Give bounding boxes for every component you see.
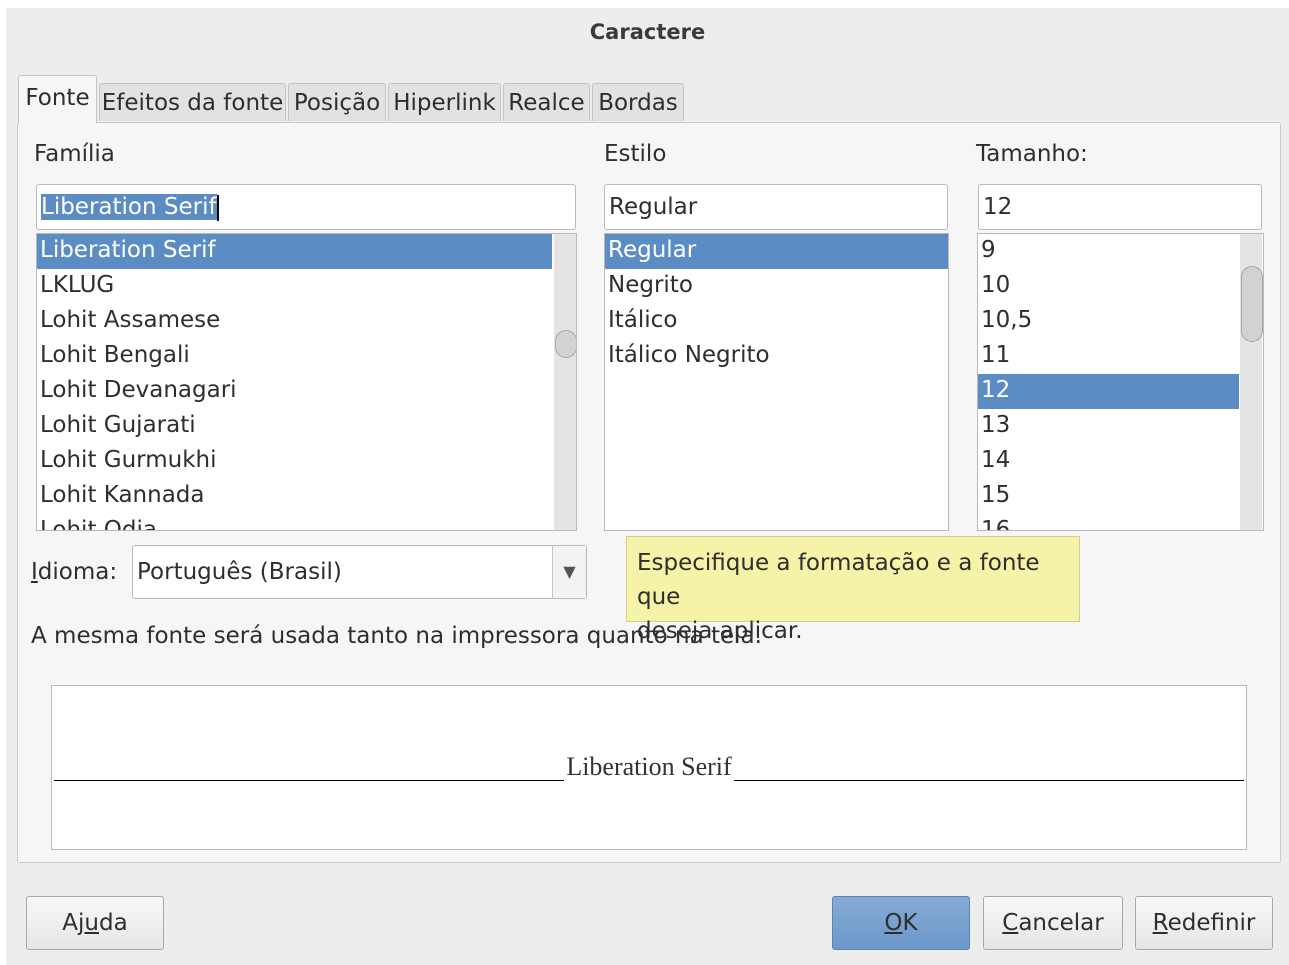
style-list-item[interactable]: Itálico Negrito (605, 339, 948, 374)
style-label: Estilo (604, 141, 667, 167)
size-list-item[interactable]: 11 (978, 339, 1239, 374)
ok-button[interactable]: OK (832, 896, 970, 950)
family-input-value: Liberation Serif (41, 194, 217, 220)
tab-font[interactable]: Fonte (18, 75, 97, 123)
language-label-rest: dioma: (37, 559, 118, 585)
button-mnemonic: R (1152, 910, 1168, 936)
family-list-item[interactable]: Lohit Bengali (37, 339, 576, 374)
tooltip: Especifique a formatação e a fonte que d… (626, 536, 1080, 644)
style-list-item[interactable]: Itálico (605, 304, 948, 339)
style-list-item[interactable]: Regular (605, 234, 948, 269)
family-scrollbar[interactable] (554, 234, 576, 530)
size-list-item[interactable]: 15 (978, 479, 1239, 514)
language-combobox[interactable]: Português (Brasil) ▼ (132, 545, 587, 599)
button-text: ancelar (1018, 910, 1104, 936)
style-input[interactable]: Regular (604, 184, 948, 230)
tooltip-line: deseja aplicar. (637, 618, 803, 644)
button-text: Aj (62, 910, 85, 936)
size-list-item[interactable]: 12 (978, 374, 1239, 409)
preview-text-wrap: Liberation Serif (52, 752, 1246, 782)
family-list-item[interactable]: Lohit Assamese (37, 304, 576, 339)
dialog-title: Caractere (589, 20, 706, 44)
tab-position[interactable]: Posição (288, 83, 386, 121)
family-list-item[interactable]: Liberation Serif (37, 234, 552, 269)
language-value: Português (Brasil) (137, 559, 342, 585)
size-scrollbar-thumb[interactable] (1241, 266, 1263, 342)
size-list[interactable]: 9 10 10,5 11 12 13 14 15 16 (977, 233, 1264, 531)
family-list-item[interactable]: Lohit Odia (37, 514, 576, 530)
chevron-down-icon[interactable]: ▼ (552, 546, 586, 598)
size-label: Tamanho: (976, 141, 1088, 167)
family-label: Família (34, 141, 115, 167)
family-input[interactable]: Liberation Serif (36, 184, 576, 230)
size-list-item[interactable]: 10 (978, 269, 1239, 304)
button-mnemonic: C (1002, 910, 1019, 936)
button-text: K (902, 910, 918, 936)
size-list-item[interactable]: 14 (978, 444, 1239, 479)
family-list-item[interactable]: LKLUG (37, 269, 576, 304)
font-preview: Liberation Serif (51, 685, 1247, 850)
tab-font-effects[interactable]: Efeitos da fonte (99, 83, 286, 121)
family-scrollbar-thumb[interactable] (555, 330, 576, 358)
style-list-item[interactable]: Negrito (605, 269, 948, 304)
size-list-item[interactable]: 9 (978, 234, 1239, 269)
button-text: da (99, 910, 128, 936)
language-label-mnemonic: I (31, 559, 38, 585)
family-list-item[interactable]: Lohit Devanagari (37, 374, 576, 409)
size-list-item[interactable]: 13 (978, 409, 1239, 444)
size-list-item[interactable]: 10,5 (978, 304, 1239, 339)
text-caret (216, 194, 219, 221)
character-dialog: Caractere Fonte Efeitos da fonte Posição… (6, 8, 1289, 965)
size-list-item[interactable]: 16 (978, 514, 1239, 530)
style-list[interactable]: Regular Negrito Itálico Itálico Negrito (604, 233, 949, 531)
tab-highlight[interactable]: Realce (503, 83, 590, 121)
family-list-item[interactable]: Lohit Gurmukhi (37, 444, 576, 479)
button-mnemonic: u (84, 910, 99, 936)
help-button[interactable]: Ajuda (26, 896, 164, 950)
cancel-button[interactable]: Cancelar (983, 896, 1123, 950)
button-mnemonic: O (884, 910, 903, 936)
family-list-item[interactable]: Lohit Kannada (37, 479, 576, 514)
language-label: Idioma: (31, 559, 117, 585)
tab-hyperlink[interactable]: Hiperlink (388, 83, 501, 121)
family-list-item[interactable]: Lohit Gujarati (37, 409, 576, 444)
button-text: edefinir (1167, 910, 1256, 936)
tab-borders[interactable]: Bordas (592, 83, 684, 121)
tooltip-line: Especifique a formatação e a fonte que (637, 550, 1040, 610)
preview-text: Liberation Serif (564, 752, 734, 781)
reset-button[interactable]: Redefinir (1135, 896, 1273, 950)
size-input[interactable]: 12 (978, 184, 1262, 230)
family-list[interactable]: Liberation Serif LKLUG Lohit Assamese Lo… (36, 233, 577, 531)
